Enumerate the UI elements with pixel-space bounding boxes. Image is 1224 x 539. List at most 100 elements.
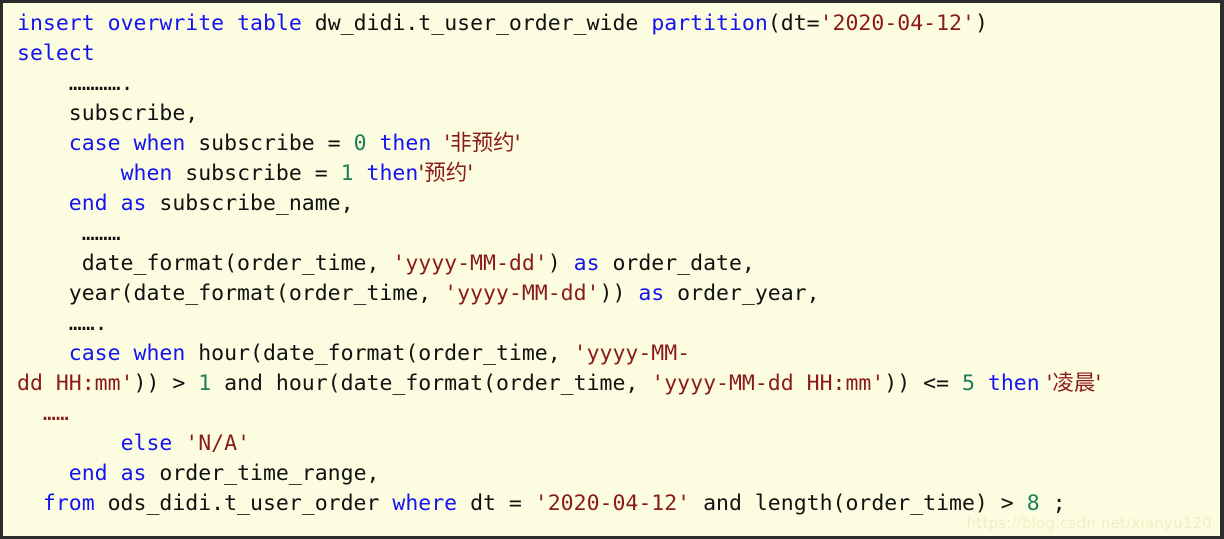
code-token: (dt= [767,11,820,36]
code-token: ; [1039,491,1066,516]
code-token: 1 [340,161,354,186]
code-token: '2020-04-12' [534,491,691,516]
code-token: as [573,251,600,276]
code-token: subscribe, [17,101,199,126]
watermark-text: https://blog.csdn.net/xianyu120 [966,514,1212,532]
code-token: as [120,191,147,216]
code-token: dt = [457,491,535,516]
code-token: 1 [198,371,212,396]
code-token: ……… [81,221,121,246]
code-line: ……… [17,219,1220,249]
code-token: select [17,41,95,66]
code-token: 0 [353,131,367,156]
code-token: ) [974,11,988,36]
code-token: '预约' [418,161,474,186]
sql-code-block[interactable]: insert overwrite table dw_didi.t_user_or… [0,0,1224,539]
code-line: case when subscribe = 0 then '非预约' [17,129,1220,159]
code-token: partition [651,11,768,36]
code-token: 'yyyy-MM-dd HH:mm' [651,371,885,396]
code-line: dd HH:mm')) > 1 and hour(date_format(ord… [17,369,1220,399]
code-lines-container: insert overwrite table dw_didi.t_user_or… [17,9,1220,519]
code-token: …… [42,401,69,426]
code-token: order_date, [599,251,755,276]
code-token: then [987,371,1040,396]
code-token: date_format(order_time, [17,251,393,276]
code-token: from [42,491,95,516]
code-line: end as subscribe_name, [17,189,1220,219]
code-token: 'N/A' [185,431,251,456]
code-token: overwrite [107,11,225,36]
code-token: else [120,431,173,456]
code-line: else 'N/A' [17,429,1220,459]
code-token: )) <= [884,371,962,396]
code-line: case when hour(date_format(order_time, '… [17,339,1220,369]
code-token: insert [17,11,95,36]
code-token: '凌晨' [1039,371,1102,396]
code-token: dw_didi.t_user_order_wide [301,11,652,36]
code-token: 5 [961,371,975,396]
code-token: where [392,491,458,516]
code-line: insert overwrite table dw_didi.t_user_or… [17,9,1220,39]
code-token: ods_didi.t_user_order [94,491,393,516]
code-line: year(date_format(order_time, 'yyyy-MM-dd… [17,279,1220,309]
code-token: when [133,131,186,156]
code-token: subscribe_name, [146,191,354,216]
code-token: '非预约' [444,131,521,156]
code-token: case [68,131,121,156]
code-token: dd HH:mm' [17,371,134,396]
code-token: ………… [68,71,121,96]
code-token: when [133,341,186,366]
code-token: )) > [133,371,199,396]
code-token: when [120,161,173,186]
code-token: ) [547,251,574,276]
code-token: end [68,191,108,216]
code-token: then [379,131,432,156]
code-line: when subscribe = 1 then'预约' [17,159,1220,189]
code-token: ……. [68,311,108,336]
code-token: and length(order_time) > [690,491,1027,516]
code-token: order_year, [664,281,820,306]
code-line: …………. [17,69,1220,99]
code-token: 8 [1026,491,1040,516]
code-token: order_time_range, [146,461,380,486]
code-line: date_format(order_time, 'yyyy-MM-dd') as… [17,249,1220,279]
code-token: then [366,161,419,186]
code-token: 'yyyy-MM- [573,341,691,366]
code-line: select [17,39,1220,69]
code-token: end [68,461,108,486]
code-token: subscribe = [172,161,341,186]
code-token: 'yyyy-MM-dd' [444,281,600,306]
code-token: and hour(date_format(order_time, [211,371,652,396]
code-token: case [68,341,121,366]
code-line: ……. [17,309,1220,339]
code-token: table [237,11,302,36]
code-token: subscribe = [185,131,354,156]
code-token: as [120,461,147,486]
code-token: 'yyyy-MM-dd' [392,251,548,276]
code-token: year(date_format(order_time, [17,281,445,306]
code-token: as [638,281,665,306]
code-token: . [120,71,134,96]
code-token: hour(date_format(order_time, [185,341,574,366]
